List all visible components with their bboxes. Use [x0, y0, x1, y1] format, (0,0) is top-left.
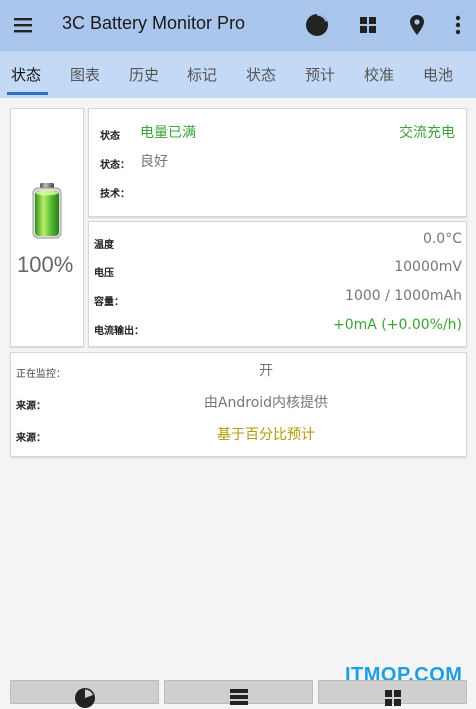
- temperature-value: 0.0°C: [422, 231, 462, 247]
- capacity-label: 容量：: [94, 297, 124, 308]
- source-value-2: 基于百分比预计: [217, 427, 315, 443]
- tab-battery[interactable]: 电池: [423, 64, 453, 85]
- grid-icon: [384, 690, 401, 706]
- bottom-chart-button[interactable]: [10, 680, 159, 708]
- status-card[interactable]: 状态 电量已满 交流充电 状态： 良好 技术：: [88, 108, 467, 217]
- pie-chart-icon[interactable]: [304, 12, 330, 38]
- health-label: 状态：: [100, 160, 130, 171]
- current-label: 电流输出：: [94, 326, 144, 337]
- monitoring-value: 开: [259, 363, 273, 379]
- list-icon: [229, 689, 248, 705]
- location-pin-icon[interactable]: [404, 12, 430, 38]
- health-value: 良好: [140, 154, 168, 170]
- voltage-value: 10000mV: [394, 259, 462, 275]
- bottom-list-button[interactable]: [164, 680, 313, 705]
- battery-percent: 100%: [17, 252, 74, 277]
- technology-label: 技术：: [100, 189, 130, 200]
- pie-chart-icon: [74, 688, 95, 708]
- monitor-card[interactable]: 正在监控： 开 来源： 由Android内核提供 来源： 基于百分比预计: [10, 352, 467, 457]
- stats-card[interactable]: 温度 0.0°C 电压 10000mV 容量： 1000 / 1000mAh 电…: [88, 221, 467, 347]
- tab-marks[interactable]: 标记: [187, 64, 217, 85]
- charge-type: 交流充电: [399, 125, 455, 141]
- tab-chart[interactable]: 图表: [70, 64, 100, 85]
- app-bar: 3C Battery Monitor Pro: [0, 0, 476, 51]
- tab-calibrate[interactable]: 校准: [364, 64, 394, 85]
- grid-icon[interactable]: [355, 12, 381, 38]
- app-title: 3C Battery Monitor Pro: [62, 13, 246, 33]
- tab-status[interactable]: 状态: [11, 64, 41, 85]
- voltage-label: 电压: [94, 268, 114, 279]
- status-value: 电量已满: [140, 125, 196, 141]
- tab-bar: 状态 图表 历史 标记 状态 预计 校准 电池: [0, 51, 476, 98]
- tab-history[interactable]: 历史: [129, 64, 159, 85]
- current-value: +0mA (+0.00%/h): [332, 317, 462, 333]
- capacity-value: 1000 / 1000mAh: [345, 288, 462, 304]
- menu-icon[interactable]: [13, 16, 33, 34]
- tab-status-2[interactable]: 状态: [246, 64, 276, 85]
- source-value: 由Android内核提供: [203, 395, 329, 411]
- active-tab-indicator: [7, 92, 48, 95]
- status-label: 状态: [100, 131, 120, 142]
- bottom-grid-button[interactable]: [318, 680, 467, 706]
- battery-full-icon: [32, 183, 62, 239]
- more-vert-icon[interactable]: [445, 12, 471, 38]
- battery-card[interactable]: 100%: [10, 108, 84, 347]
- temperature-label: 温度: [94, 240, 114, 251]
- tab-estimate[interactable]: 预计: [305, 64, 335, 85]
